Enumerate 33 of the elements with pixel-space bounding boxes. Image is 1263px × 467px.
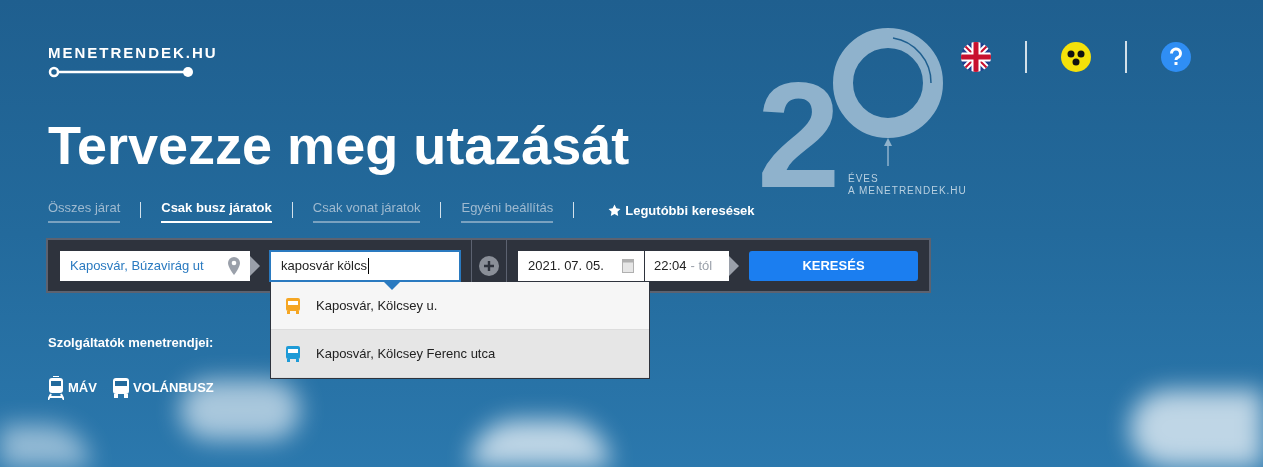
search-button[interactable]: KERESÉS	[749, 250, 918, 281]
suggestion-item[interactable]: Kaposvár, Kölcsey u.	[271, 282, 649, 330]
arrow-icon	[250, 255, 260, 276]
uk-flag-icon[interactable]	[961, 42, 991, 72]
add-icon[interactable]	[479, 255, 499, 276]
filter-tab[interactable]: Összes járat	[48, 198, 121, 223]
bus-icon	[112, 377, 129, 398]
anniversary-text: A MENETRENDEK.HU	[848, 186, 967, 196]
help-icon[interactable]	[1161, 42, 1191, 72]
filter-tab[interactable]: Csak busz járatok	[161, 198, 272, 223]
provider-link[interactable]: VOLÁNBUSZ	[112, 375, 214, 400]
to-field[interactable]: kaposvár kölcs	[269, 249, 461, 282]
logo-text[interactable]: MENETRENDEK.HU	[48, 45, 218, 60]
arrow-icon	[729, 255, 739, 276]
anniversary-text: ÉVES	[848, 174, 879, 184]
suggestion-item[interactable]: Kaposvár, Kölcsey Ferenc utca	[271, 330, 649, 378]
providers-heading: Szolgáltatók menetrendjei:	[48, 334, 214, 350]
date-field[interactable]: 2021. 07. 05.	[518, 250, 644, 281]
location-pin-icon	[228, 256, 240, 275]
provider-link[interactable]: MÁV	[48, 375, 97, 400]
dropdown-pointer	[384, 282, 400, 290]
train-icon	[48, 375, 64, 400]
time-field[interactable]: 22:04 - tól	[645, 250, 729, 281]
recent-searches-link[interactable]: Legutóbbi keresések	[608, 200, 755, 220]
star-icon	[608, 203, 622, 217]
filter-tab[interactable]: Egyéni beállítás	[461, 198, 554, 223]
accessibility-icon[interactable]	[1061, 42, 1091, 72]
calendar-icon	[622, 258, 634, 273]
route-line-icon	[48, 66, 194, 78]
balloon-icon	[833, 28, 943, 166]
from-field[interactable]: Kaposvár, Búzavirág ut	[60, 250, 250, 281]
filter-tab[interactable]: Csak vonat járatok	[312, 198, 421, 223]
anniversary-digit: 2	[757, 60, 841, 210]
